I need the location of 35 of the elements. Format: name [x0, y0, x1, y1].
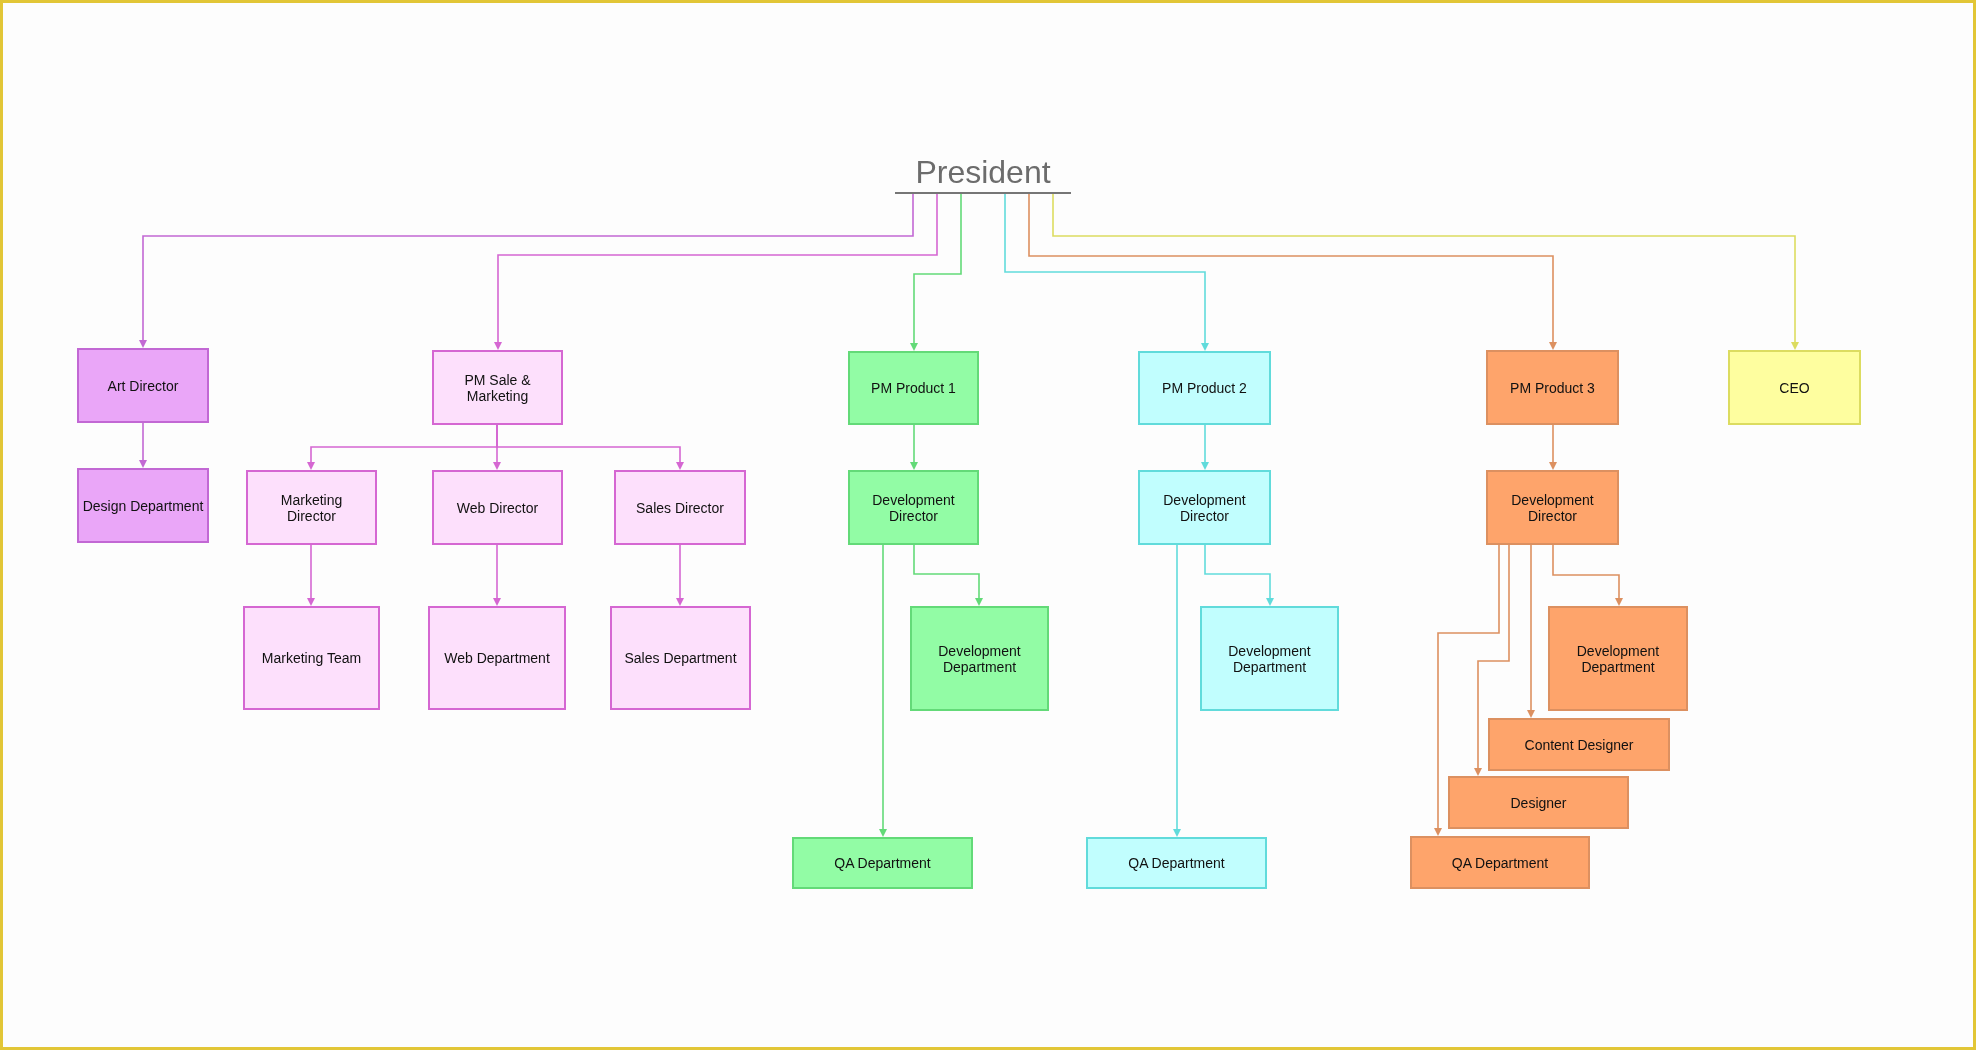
org-chart-node: Development Director	[1138, 470, 1271, 545]
connector-arrow	[493, 544, 501, 606]
connector-arrow	[139, 422, 147, 468]
org-chart-node: Marketing Team	[243, 606, 380, 710]
org-chart-node: Development Director	[848, 470, 979, 545]
org-chart-node: Art Director	[77, 348, 209, 423]
org-chart-node: Development Director	[1486, 470, 1619, 545]
org-chart-node: Content Designer	[1488, 718, 1670, 771]
org-chart-node: Sales Department	[610, 606, 751, 710]
org-chart-node: Development Department	[910, 606, 1049, 711]
org-chart-node: Web Director	[432, 470, 563, 545]
org-chart-node: QA Department	[792, 837, 973, 889]
org-chart-node: Marketing Director	[246, 470, 377, 545]
connector-arrow	[1552, 544, 1623, 606]
org-chart-node: QA Department	[1410, 836, 1590, 889]
org-chart-node: Web Department	[428, 606, 566, 710]
connector-arrow	[1549, 424, 1557, 470]
president-title: President	[895, 153, 1071, 194]
org-chart-node: PM Product 3	[1486, 350, 1619, 425]
org-chart-node: Designer	[1448, 776, 1629, 829]
org-chart-node: Development Department	[1548, 606, 1688, 711]
org-chart-node: PM Product 1	[848, 351, 979, 425]
org-chart-node: CEO	[1728, 350, 1861, 425]
connector-arrow	[307, 544, 315, 606]
connector-arrow	[676, 544, 684, 606]
connector-arrow	[1204, 544, 1274, 606]
connector-arrow	[913, 544, 983, 606]
org-chart-node: PM Sale & Marketing	[432, 350, 563, 425]
connector-arrow	[910, 424, 918, 470]
connector-arrow	[1201, 424, 1209, 470]
org-chart-node: Development Department	[1200, 606, 1339, 711]
org-chart-node: Sales Director	[614, 470, 746, 545]
org-chart-node: QA Department	[1086, 837, 1267, 889]
org-chart-node: PM Product 2	[1138, 351, 1271, 425]
org-chart-node: Design Department	[77, 468, 209, 543]
